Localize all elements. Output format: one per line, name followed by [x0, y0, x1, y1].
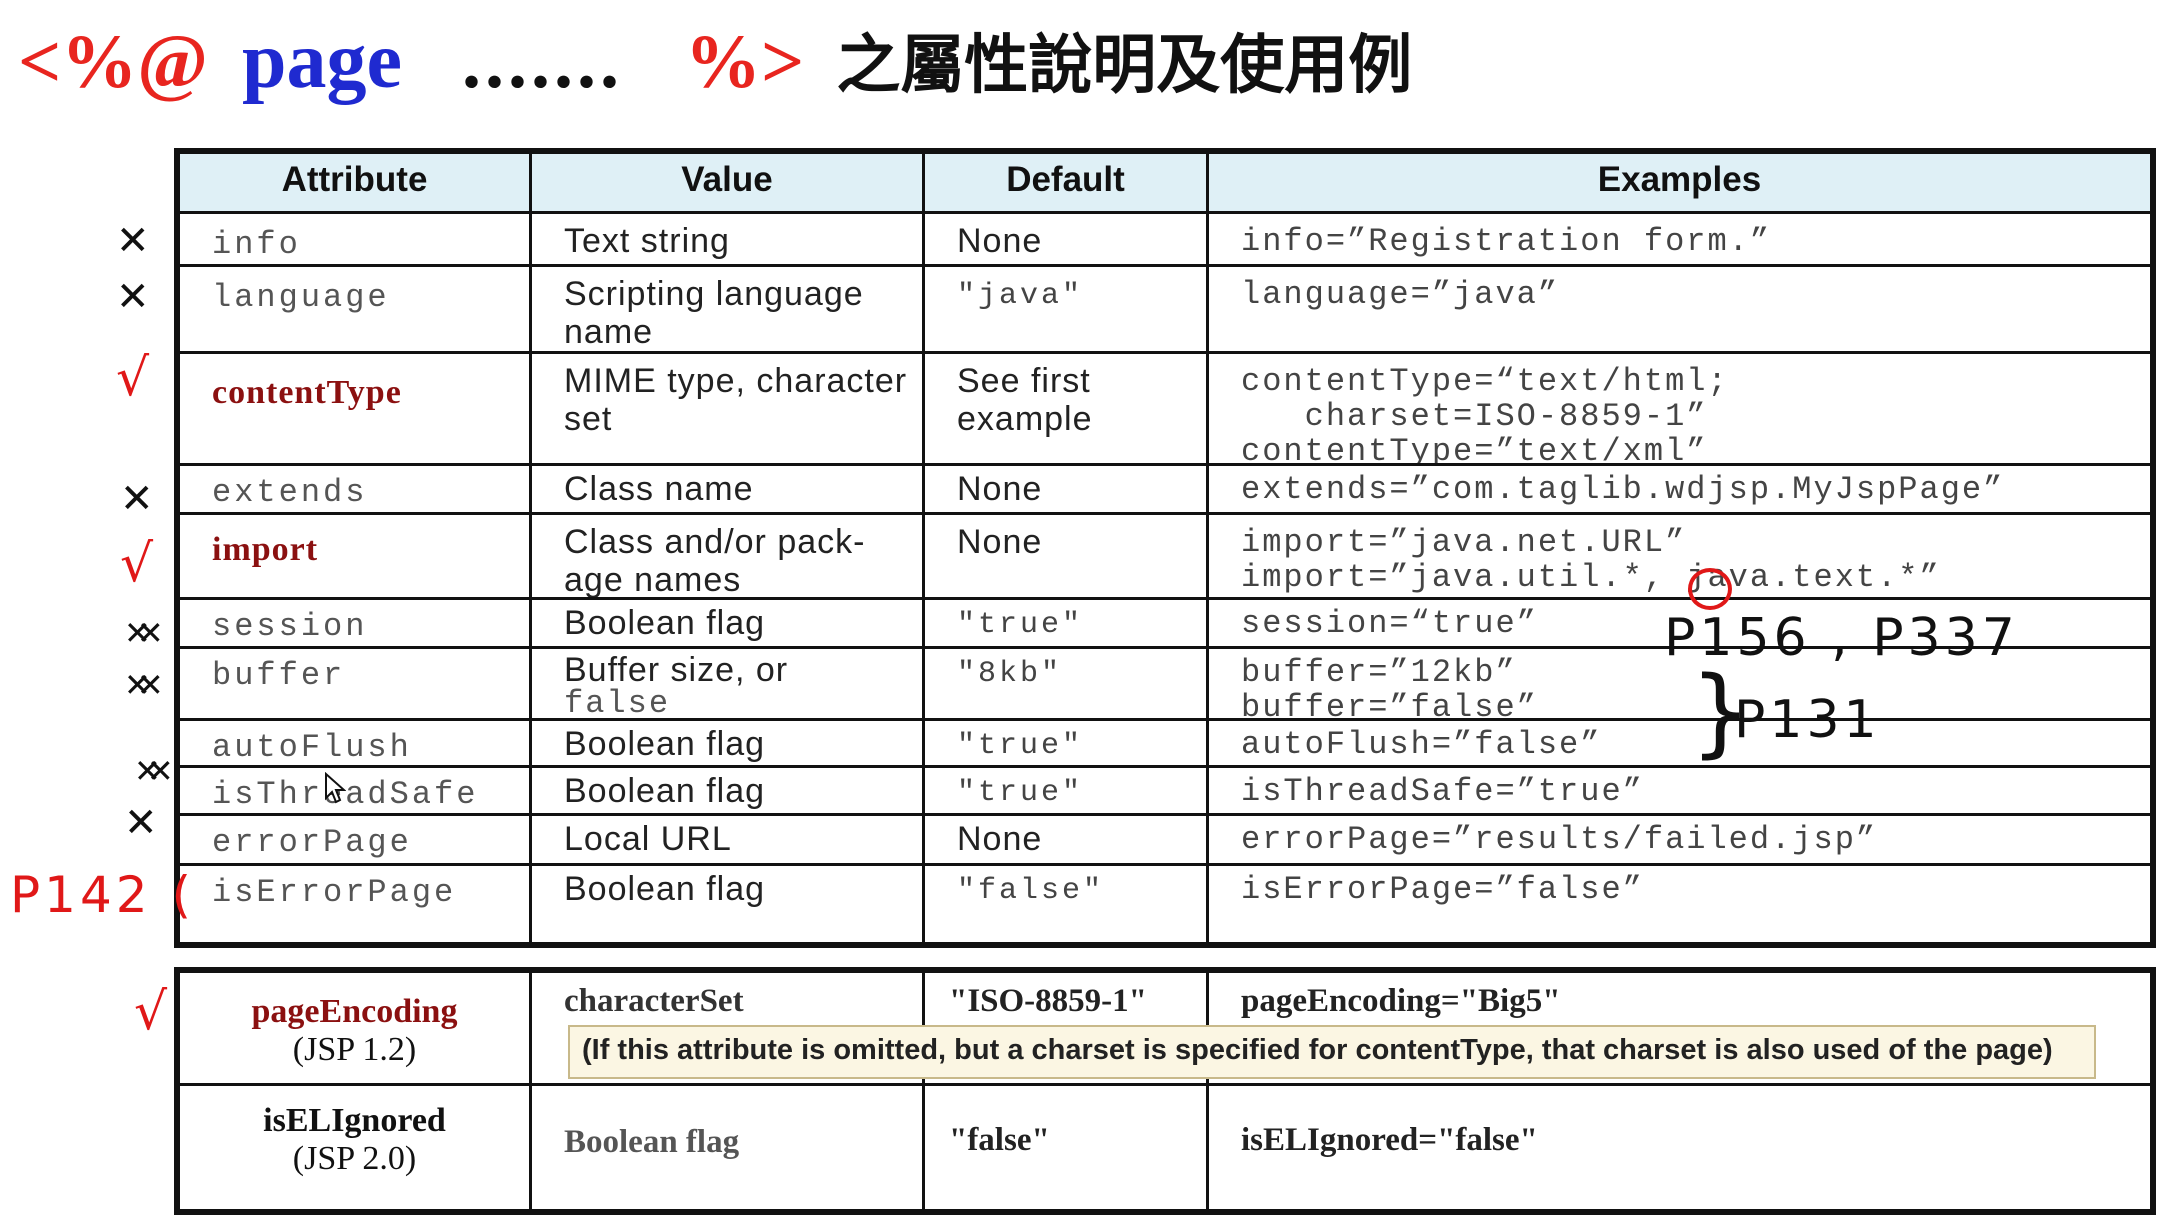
value-import: Class and/or pack-age names	[532, 515, 925, 600]
title-open-tag: <%@	[18, 20, 208, 104]
default-info: None	[925, 214, 1209, 267]
attr-isThreadSafe: isThreadSafe	[180, 768, 532, 816]
default-language: "java"	[925, 267, 1209, 354]
default-isThreadSafe: "true"	[925, 768, 1209, 816]
value-isThreadSafe: Boolean flag	[532, 768, 925, 816]
note-p131: P131	[1734, 690, 1881, 750]
example-extends: extends=”com.taglib.wdjsp.MyJspPage”	[1209, 466, 2150, 515]
value-buffer: Buffer size, or false	[532, 649, 925, 721]
mouse-cursor-icon	[325, 772, 346, 804]
attr-pageEncoding: pageEncoding (JSP 1.2)	[180, 973, 532, 1086]
attr-errorPage: errorPage	[180, 816, 532, 866]
default-import: None	[925, 515, 1209, 600]
note-p142: P142 (	[10, 866, 195, 924]
value-info: Text string	[532, 214, 925, 267]
example-contentType: contentType=“text/html; charset=ISO-8859…	[1209, 354, 2150, 466]
example-isErrorPage: isErrorPage=”false”	[1241, 871, 1644, 908]
header-examples: Examples	[1209, 154, 2150, 214]
value-contentType: MIME type, character set	[532, 354, 925, 466]
attr-info: info	[180, 214, 532, 267]
slide-title: <%@ page ....... %> 之屬性說明及使用例	[18, 14, 1412, 110]
default-contentType: See first example	[925, 354, 1209, 466]
default-errorPage: None	[925, 816, 1209, 866]
default-session: "true"	[925, 600, 1209, 649]
header-default: Default	[925, 154, 1209, 214]
value-language: Scripting language name	[532, 267, 925, 354]
attr-isELIgnored-name: isELIgnored	[263, 1102, 446, 1139]
value-buffer-text: Buffer size, or	[564, 651, 789, 689]
attr-autoFlush: autoFlush	[180, 721, 532, 768]
mark-cross-session: ✕✕	[124, 614, 163, 652]
title-dots: .......	[462, 20, 623, 104]
value-session: Boolean flag	[532, 600, 925, 649]
pageEncoding-note: (If this attribute is omitted, but a cha…	[568, 1025, 2096, 1079]
value-errorPage: Local URL	[532, 816, 925, 866]
value-buffer-false: false	[564, 685, 671, 721]
circle-annotation	[1688, 568, 1732, 610]
default-isELIgnored: "false"	[925, 1086, 1209, 1209]
attr-buffer: buffer	[180, 649, 532, 721]
extra-attribute-table: pageEncoding (JSP 1.2) characterSet "ISO…	[174, 967, 2156, 1215]
attr-contentType: contentType	[180, 354, 532, 466]
attr-session: session	[180, 600, 532, 649]
example-isThreadSafe: isThreadSafe=”true”	[1209, 768, 2150, 816]
mark-cross-language: ✕	[116, 274, 150, 320]
mark-check-pageEncoding: √	[134, 982, 168, 1042]
attr-isELIgnored: isELIgnored (JSP 2.0)	[180, 1086, 532, 1209]
example-isELIgnored: isELIgnored="false"	[1241, 1122, 1538, 1158]
title-chinese: 之屬性說明及使用例	[836, 29, 1413, 103]
attr-language: language	[180, 267, 532, 354]
attr-isELIgnored-version: (JSP 2.0)	[292, 1140, 417, 1177]
default-extends: None	[925, 466, 1209, 515]
attr-extends: extends	[180, 466, 532, 515]
mark-check-contentType: √	[116, 348, 150, 408]
value-isELIgnored: Boolean flag	[532, 1086, 925, 1209]
mark-cross-info: ✕	[116, 218, 150, 264]
value-autoFlush: Boolean flag	[532, 721, 925, 768]
title-close-tag: %>	[685, 20, 805, 104]
mark-check-import: √	[120, 534, 154, 594]
default-autoFlush: "true"	[925, 721, 1209, 768]
value-extends: Class name	[532, 466, 925, 515]
example-import: import=”java.net.URL” import=”java.util.…	[1209, 515, 2150, 600]
example-errorPage: errorPage=”results/failed.jsp”	[1209, 816, 2150, 866]
default-buffer: "8kb"	[925, 649, 1209, 721]
example-info: info=”Registration form.”	[1209, 214, 2150, 267]
attr-pageEncoding-name: pageEncoding	[251, 993, 458, 1030]
mark-cross-buffer: ✕✕	[124, 666, 163, 704]
mark-cross-isThreadSafe: ✕	[124, 800, 158, 846]
example-autoFlush: autoFlush=”false”	[1209, 721, 2150, 768]
title-page-keyword: page	[242, 17, 402, 105]
attr-pageEncoding-version: (JSP 1.2)	[292, 1031, 417, 1068]
mark-cross-extends: ✕	[120, 476, 154, 522]
example-language: language=”java”	[1209, 267, 2150, 354]
value-isErrorPage: Boolean flag	[532, 866, 925, 942]
mark-cross-autoFlush: ✕✕	[134, 752, 173, 790]
default-isErrorPage: "false"	[925, 866, 1209, 942]
header-value: Value	[532, 154, 925, 214]
attr-isErrorPage: isErrorPage	[180, 866, 532, 942]
attribute-table: Attribute Value Default Examples info Te…	[174, 148, 2156, 948]
attr-import: import	[180, 515, 532, 600]
header-attribute: Attribute	[180, 154, 532, 214]
